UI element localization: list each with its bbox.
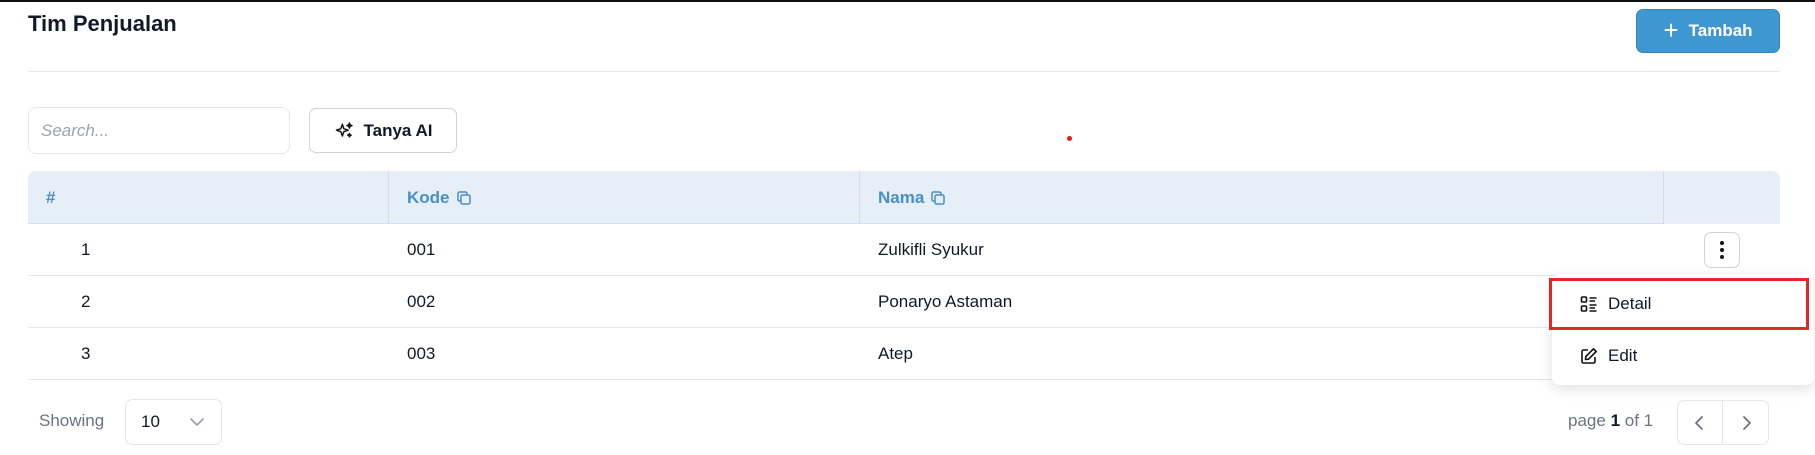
menu-item-detail[interactable]: Detail [1549,278,1809,330]
row-number: 1 [81,239,91,259]
table-row[interactable]: 3 003 Atep [28,328,1780,380]
column-header-actions [1664,171,1780,224]
data-table: # Kode Nama 1 001 Zulkifli Syukur 2 002 … [28,171,1780,380]
page-size-select[interactable]: 10 [125,399,222,445]
row-nama: Zulkifli Syukur [878,239,984,259]
page-title: Tim Penjualan [28,11,177,36]
add-button[interactable]: + Tambah [1636,9,1780,53]
cursor-dot [1067,136,1072,141]
ask-ai-label: Tanya AI [363,120,433,140]
menu-item-edit-label: Edit [1608,346,1638,365]
ask-ai-button[interactable]: Tanya AI [309,108,457,153]
current-page: 1 [1610,411,1621,430]
column-header-kode: Kode [389,171,860,224]
row-actions-menu: Detail Edit [1549,274,1814,385]
add-button-label: Tambah [1688,21,1753,40]
column-header-nama: Nama [860,171,1664,224]
table-row[interactable]: 1 001 Zulkifli Syukur [28,224,1780,276]
row-kode: 002 [407,291,436,311]
showing-label: Showing [39,411,105,430]
table-row[interactable]: 2 002 Ponaryo Astaman [28,276,1780,328]
row-kode: 001 [407,239,436,259]
row-actions-button[interactable] [1704,231,1740,268]
plus-icon: + [1663,15,1679,45]
detail-list-icon [1580,296,1597,312]
column-header-number: # [28,171,389,224]
previous-page-button[interactable] [1678,401,1724,444]
kebab-dot [1720,254,1724,259]
next-page-button[interactable] [1723,401,1768,444]
table-header: # Kode Nama [28,171,1780,224]
row-number: 3 [81,343,91,363]
header-divider [28,71,1780,72]
kebab-dot [1720,247,1724,252]
pagination [1677,400,1769,445]
sparkle-icon [335,121,353,138]
row-number: 2 [81,291,91,311]
copy-icon[interactable] [930,190,946,206]
page-size-value: 10 [141,412,160,431]
window-top-border [0,0,1815,2]
kebab-dot [1720,240,1724,245]
menu-item-detail-label: Detail [1608,294,1652,313]
chevron-down-icon [190,418,204,426]
edit-pencil-icon [1581,348,1597,364]
menu-item-edit[interactable]: Edit [1552,330,1814,382]
copy-icon[interactable] [456,190,472,206]
chevron-left-icon [1695,415,1703,430]
row-nama: Atep [878,343,913,363]
search-input[interactable] [28,107,290,154]
row-kode: 003 [407,343,436,363]
page-indicator: page 1 of 1 [1568,411,1654,430]
row-nama: Ponaryo Astaman [878,291,1013,311]
chevron-right-icon [1742,415,1751,430]
